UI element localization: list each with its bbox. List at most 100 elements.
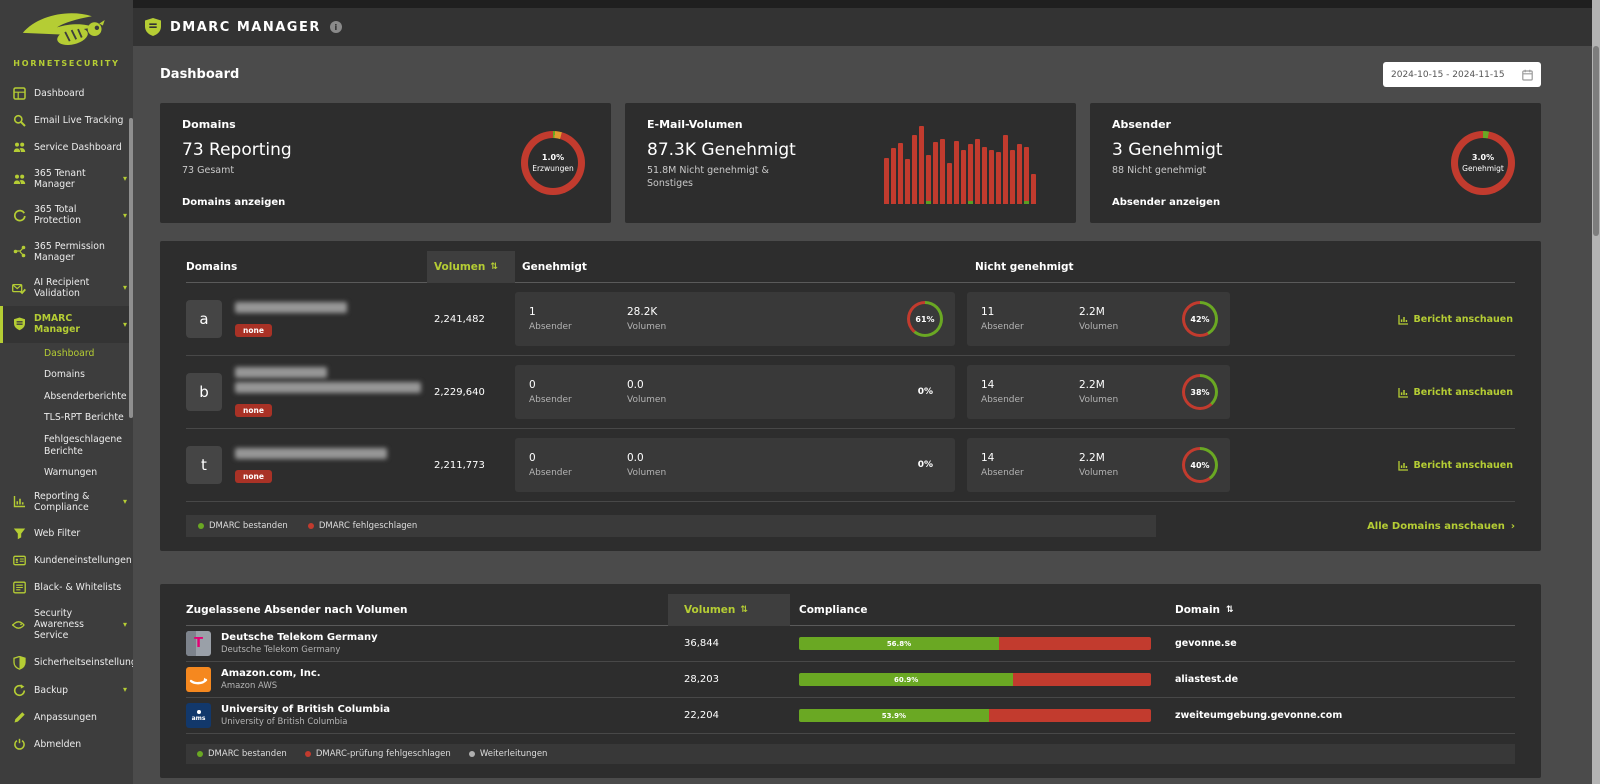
page-scrollbar[interactable] [1592, 0, 1600, 784]
submenu-item-absenderberichte[interactable]: Absenderberichte [0, 386, 133, 408]
sender-row[interactable]: ams University of British Columbia Unive… [186, 698, 1515, 734]
sidebar-scrollbar[interactable] [129, 118, 133, 418]
senders-legend: DMARC bestanden DMARC-prüfung fehlgeschl… [186, 744, 1515, 764]
sidebar-item-sicherheitseinstellungen[interactable]: Sicherheitseinstellungen ▾ [0, 649, 133, 677]
approved-box: 0 Absender 0.0 Volumen 0% [515, 438, 955, 492]
volume-bar [1024, 146, 1029, 204]
redacted-domain-name [235, 382, 421, 393]
shield-list-icon [12, 317, 26, 331]
volume-bar [926, 154, 931, 204]
volume-bar [989, 149, 994, 204]
list-icon [12, 581, 26, 594]
redacted-domain-name [235, 301, 347, 313]
sidebar-item-365-total-protection[interactable]: 365 Total Protection ▾ [0, 197, 133, 233]
sidebar-item-email-live-tracking[interactable]: Email Live Tracking [0, 107, 133, 134]
not-approved-donut: 40% [1182, 447, 1218, 483]
chevron-down-icon: ▾ [122, 319, 127, 329]
approved-donut: 61% [907, 301, 943, 337]
volume-approved: 87.3K Genehmigt [647, 140, 796, 160]
avatar: a [186, 300, 222, 338]
volume-bar [996, 152, 1001, 204]
telekom-logo: T [186, 631, 211, 656]
sender-name: University of British Columbia [221, 704, 391, 715]
sidebar-item-reporting-compliance[interactable]: Reporting & Compliance ▾ [0, 484, 133, 520]
table-row[interactable]: b none 2,229,640 0 Absender 0.0 Volumen 0% [186, 356, 1515, 429]
volume-bar [975, 139, 980, 204]
chevron-down-icon: ▾ [122, 174, 127, 184]
header-senders-title: Zugelassene Absender nach Volumen [186, 603, 408, 616]
brand-name: HORNETSECURITY [13, 59, 120, 68]
app-root: HORNETSECURITY Dashboard Email Live Trac… [0, 0, 1600, 784]
app-title: DMARC MANAGER [170, 19, 321, 35]
search-icon [12, 114, 26, 127]
header-volume-sort[interactable]: Volumen ⇅ [668, 593, 790, 626]
sidebar-item-kundeneinstellungen[interactable]: Kundeneinstellungen ▾ [0, 547, 133, 574]
sidebar-item-dashboard[interactable]: Dashboard [0, 80, 133, 107]
dmarc-shield-icon [145, 18, 161, 36]
dmarc-submenu: Dashboard Domains Absenderberichte TLS-R… [0, 342, 133, 484]
view-report-link[interactable]: Bericht anschauen [1397, 387, 1515, 398]
domains-table-header: Domains Volumen ⇅ Genehmigt Nicht genehm… [186, 250, 1515, 283]
all-domains-link[interactable]: Alle Domains anschauen › [1367, 521, 1515, 532]
sidebar-item-365-tenant-manager[interactable]: 365 Tenant Manager ▾ [0, 161, 133, 197]
sidebar-item-web-filter[interactable]: Web Filter [0, 520, 133, 547]
volume-bar [1031, 174, 1036, 204]
bar-chart-icon [1397, 460, 1408, 471]
content: Dashboard 2024-10-15 - 2024-11-15 Domain… [133, 46, 1592, 784]
submenu-item-fehlgeschlagene-berichte[interactable]: Fehlgeschlagene Berichte [0, 429, 133, 462]
volume-bar [982, 146, 987, 204]
sidebar-item-dmarc-manager[interactable]: DMARC Manager ▾ [0, 306, 133, 343]
ubc-logo: ams [186, 703, 211, 728]
sidebar-item-security-awareness[interactable]: Security Awareness Service ▾ [0, 601, 133, 648]
senders-card: Absender 3 Genehmigt 88 Nicht genehmigt … [1090, 103, 1541, 223]
info-icon[interactable]: i [329, 21, 342, 33]
volume-bar [919, 126, 924, 204]
header-domain-sort[interactable]: Domain ⇅ [1153, 604, 1515, 616]
sidebar-item-365-permission-manager[interactable]: 365 Permission Manager [0, 234, 133, 270]
calendar-icon [1522, 69, 1533, 81]
show-senders-link[interactable]: Absender anzeigen [1112, 197, 1451, 208]
not-approved-box: 14 Absender 2.2M Volumen 40% [967, 438, 1230, 492]
sidebar-item-service-dashboard[interactable]: Service Dashboard [0, 134, 133, 161]
table-row[interactable]: t none 2,211,773 0 Absender 0.0 Volumen 0% [186, 429, 1515, 502]
volume-bar [933, 141, 938, 204]
dmarc-legend: DMARC bestanden DMARC fehlgeschlagen [186, 515, 1157, 537]
sender-subname: Deutsche Telekom Germany [221, 645, 341, 655]
submenu-item-tls-rpt-berichte[interactable]: TLS-RPT Berichte [0, 407, 133, 429]
submenu-item-warnungen[interactable]: Warnungen [0, 462, 133, 484]
domain-volume: 2,241,482 [434, 313, 485, 325]
show-domains-link[interactable]: Domains anzeigen [182, 197, 521, 208]
table-row[interactable]: a none 2,241,482 1 Absender 28.2K Volumen … [186, 283, 1515, 356]
sidebar-item-ai-recipient-validation[interactable]: AI Recipient Validation ▾ [0, 270, 133, 306]
header-approved: Genehmigt [522, 260, 587, 273]
scrollbar-thumb[interactable] [1593, 46, 1599, 236]
sender-domain: gevonne.se [1175, 638, 1237, 649]
sender-volume: 28,203 [684, 674, 719, 685]
sidebar-item-backup[interactable]: Backup ▾ [0, 677, 133, 704]
shield-icon [12, 655, 26, 670]
header-volume-sort[interactable]: Volumen ⇅ [427, 250, 515, 283]
sidebar-item-anpassungen[interactable]: Anpassungen [0, 704, 133, 731]
chevron-down-icon: ▾ [122, 685, 127, 695]
sidebar-item-black-whitelists[interactable]: Black- & Whitelists [0, 574, 133, 601]
view-report-link[interactable]: Bericht anschauen [1397, 314, 1515, 325]
submenu-item-domains[interactable]: Domains [0, 364, 133, 386]
domain-volume: 2,229,640 [434, 386, 485, 398]
sender-name: Amazon.com, Inc. [221, 668, 321, 679]
domains-total: 73 Gesamt [182, 165, 235, 176]
sidebar-item-abmelden[interactable]: Abmelden [0, 731, 133, 758]
hornetsecurity-logo[interactable]: HORNETSECURITY [0, 0, 133, 72]
volume-bar [891, 148, 896, 204]
refresh-icon [12, 683, 26, 697]
view-report-link[interactable]: Bericht anschauen [1397, 460, 1515, 471]
sender-row[interactable]: Amazon.com, Inc. Amazon AWS 28,203 60.9%… [186, 662, 1515, 698]
legend-dot-red [304, 751, 311, 757]
compliance-bar: 60.9% [799, 673, 1151, 686]
sidebar: HORNETSECURITY Dashboard Email Live Trac… [0, 0, 133, 784]
date-range-picker[interactable]: 2024-10-15 - 2024-11-15 [1383, 62, 1541, 87]
sender-row[interactable]: T Deutsche Telekom Germany Deutsche Tele… [186, 626, 1515, 662]
submenu-item-dashboard[interactable]: Dashboard [0, 343, 133, 365]
chevron-right-icon: › [1510, 520, 1515, 532]
envelope-check-icon [12, 282, 26, 295]
volume-bar [1003, 135, 1008, 204]
